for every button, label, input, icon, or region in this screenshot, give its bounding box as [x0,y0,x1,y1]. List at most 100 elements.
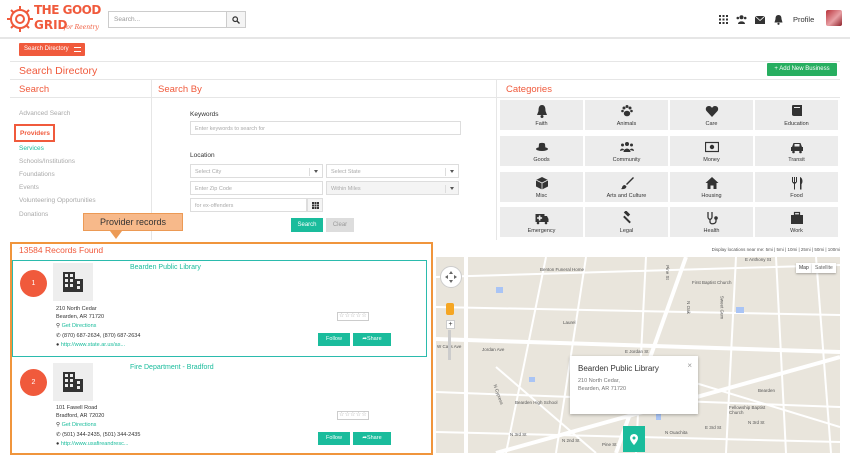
zip-input[interactable]: Enter Zip Code [190,181,323,195]
share-button[interactable]: ➦Share [353,333,391,346]
grid-icon[interactable] [717,14,729,25]
map-info-popup: Bearden Public Library 210 North Cedar, … [570,356,698,414]
callout-pointer [110,231,122,239]
record-directions[interactable]: ⚲ Get Directions [56,422,96,428]
paw-icon [585,103,668,118]
category-work[interactable]: Work [755,207,838,237]
record-website[interactable]: ● http://www.usafireandresc... [56,441,128,447]
category-education[interactable]: Education [755,100,838,130]
category-goods[interactable]: Goods [500,136,583,166]
keypad-icon[interactable] [307,198,323,212]
bell-icon[interactable] [772,14,784,25]
map-distance-filter[interactable]: Display locations near me: 5mi | 5mi | 1… [436,247,840,252]
record-address-line1: 210 North Cedar [56,306,97,312]
chevron-down-icon [314,170,318,173]
record-address-line2: Bearden, AR 71720 [56,314,105,320]
map-type-satellite-button[interactable]: Satellite [812,263,836,273]
map-label: Sweet Gum [719,295,725,320]
zoom-in-icon[interactable]: + [446,320,455,329]
record-number-badge: 2 [20,369,47,396]
category-misc[interactable]: Misc [500,172,583,202]
avatar[interactable] [826,10,842,26]
menu-schools[interactable]: Schools/Institutions [19,158,75,165]
zoom-slider[interactable] [448,330,451,360]
categories-section-title: Categories [506,84,552,95]
map-label: Bearden High School [515,400,558,405]
category-faith[interactable]: Faith [500,100,583,130]
record-phone: ✆ (501) 344-2435, (501) 344-2435 [56,432,140,438]
header-search-input[interactable]: Search... [108,11,226,28]
menu-advanced-search[interactable]: Advanced Search [19,110,70,117]
category-money[interactable]: Money [670,136,753,166]
follow-button[interactable]: Follow [318,333,350,346]
record-directions[interactable]: ⚲ Get Directions [56,323,96,329]
record-title[interactable]: Fire Department - Bradford [130,364,214,371]
category-label: Housing [701,193,722,199]
map-label: Bearden [758,388,776,393]
users-icon[interactable] [735,14,747,25]
category-health[interactable]: Health [670,207,753,237]
category-arts-and-culture[interactable]: Arts and Culture [585,172,668,202]
pan-control-icon[interactable] [440,266,462,288]
city-select[interactable]: Select City [190,164,323,178]
category-housing[interactable]: Housing [670,172,753,202]
map-type-map-button[interactable]: Map [796,263,812,273]
menu-events[interactable]: Events [19,184,39,191]
rating-stars[interactable]: ☆☆☆☆☆ [337,312,369,321]
map-label: Benton Funeral Home [540,267,585,272]
record-phone: ✆ (870) 687-2634, (870) 687-2634 [56,333,140,339]
menu-volunteering[interactable]: Volunteering Opportunities [19,197,96,204]
bell-icon [500,103,583,118]
map[interactable] [436,257,840,453]
share-label: Share [366,435,382,441]
exoffenders-input[interactable]: for ex-offenders [190,198,307,212]
utensils-icon [755,175,838,190]
keywords-label: Keywords [190,111,219,118]
follow-button[interactable]: Follow [318,432,350,445]
divider [10,79,840,80]
keywords-input[interactable]: Enter keywords to search for [190,121,461,135]
category-food[interactable]: Food [755,172,838,202]
state-select[interactable]: Select State [326,164,459,178]
chevron-down-icon [450,170,454,173]
miles-select[interactable]: Within Miles [326,181,459,195]
category-animals[interactable]: Animals [585,100,668,130]
record-url: http://www.usafireandresc... [60,441,129,447]
share-label: Share [366,336,382,342]
map-label: E Jordan St [625,349,649,354]
map-label: N 3rd St [748,420,765,425]
category-emergency[interactable]: Emergency [500,207,583,237]
search-directory-button[interactable]: Search Directory [19,43,85,56]
map-marker-icon[interactable] [623,426,645,452]
popup-close-icon[interactable]: × [687,361,692,370]
share-button[interactable]: ➦Share [353,432,391,445]
divider [10,61,840,62]
street-view-icon[interactable] [446,303,454,315]
category-label: Faith [535,121,548,127]
category-transit[interactable]: Transit [755,136,838,166]
menu-donations[interactable]: Donations [19,211,48,218]
community-icon [585,139,668,154]
category-legal[interactable]: Legal [585,207,668,237]
clear-button[interactable]: Clear [326,218,354,232]
search-icon[interactable] [226,11,246,28]
envelope-icon[interactable] [754,14,766,25]
menu-services[interactable]: Services [19,145,44,152]
category-care[interactable]: Care [670,100,753,130]
menu-foundations[interactable]: Foundations [19,171,55,178]
map-label: Fellowship Baptist Church [729,405,766,415]
menu-providers[interactable]: Providers [14,124,55,142]
map-label: N 3rd St [510,432,527,437]
record-website[interactable]: ● http://www.state.ar.us/as... [56,342,125,348]
search-button[interactable]: Search [291,218,323,232]
category-community[interactable]: Community [585,136,668,166]
add-new-business-button[interactable]: + Add New Business [767,63,837,76]
category-label: Misc [535,193,548,199]
record-title[interactable]: Bearden Public Library [130,264,201,271]
profile-link[interactable]: Profile [793,15,814,24]
phone-icon: ✆ [56,333,61,339]
callout-label: Provider records [83,213,183,231]
rating-stars[interactable]: ☆☆☆☆☆ [337,411,369,420]
category-label: Money [703,157,720,163]
get-directions-link: Get Directions [61,422,97,428]
